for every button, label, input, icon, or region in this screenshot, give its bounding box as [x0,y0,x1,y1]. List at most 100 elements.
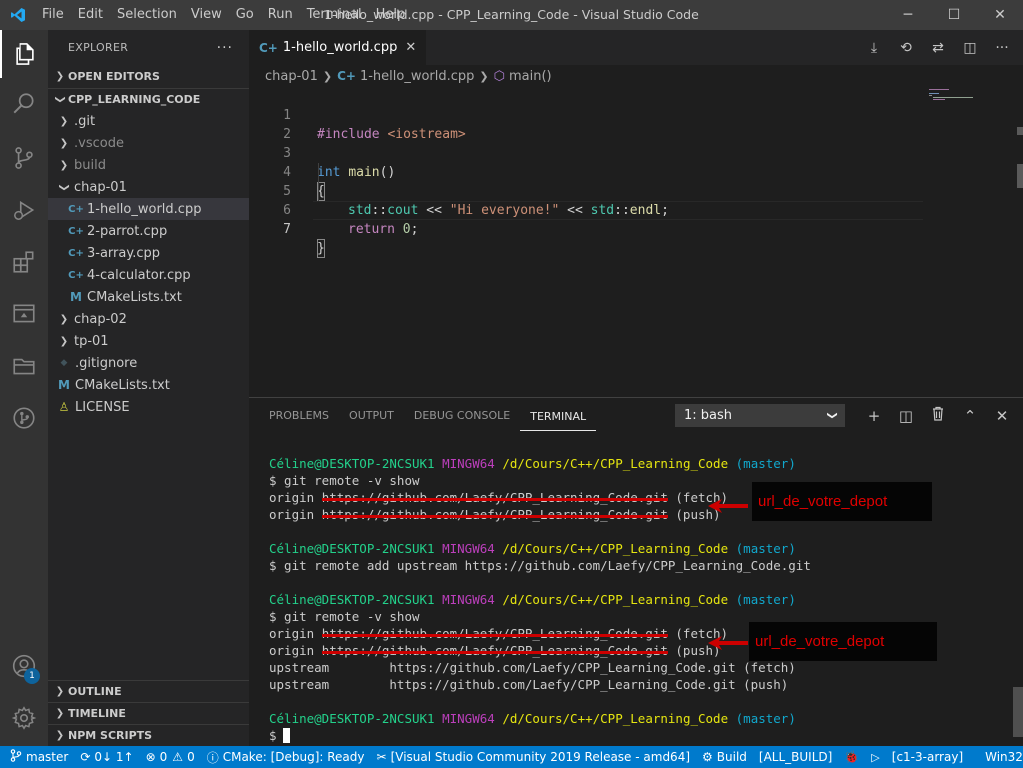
tree-item[interactable]: ❯ .vscode [48,132,249,154]
tab-problems[interactable]: PROBLEMS [259,398,339,433]
prompt-path: /d/Cours/C++/CPP_Learning_Code [502,541,729,556]
problems-status[interactable]: ⊗ 0 ⚠ 0 [140,746,201,768]
open-changes-icon[interactable]: ⇄ [929,40,947,56]
accounts-icon[interactable]: 1 [0,642,48,690]
search-icon[interactable] [0,80,48,128]
minimize-button[interactable]: ─ [885,0,931,30]
kit-text: [Visual Studio Community 2019 Release - … [390,750,691,764]
tree-item[interactable]: ❯ .git [48,110,249,132]
tree-item[interactable]: C+ 1-hello_world.cpp [48,198,249,220]
build-button[interactable]: ⚙ Build [696,746,753,768]
git-graph-icon[interactable] [0,394,48,442]
tree-item[interactable]: ❯ chap-01 [48,176,249,198]
cmake-status[interactable]: ⓘ CMake: [Debug]: Ready [201,746,371,768]
minimap[interactable] [927,87,1007,107]
settings-gear-icon[interactable] [0,694,48,742]
more-actions-icon[interactable]: ··· [217,40,233,56]
menu-file[interactable]: File [35,0,71,30]
kit-status[interactable]: ✂ [Visual Studio Community 2019 Release … [371,746,697,768]
struck-url: https://github.com/Laefy/CPP_Learning_Co… [321,626,668,641]
compare-icon[interactable]: ⤓ [865,40,883,56]
code-line: 1 #include <iostream> [249,87,923,142]
chevron-right-icon: ❯ [55,730,65,741]
menu-go[interactable]: Go [229,0,261,30]
terminal-prompt-line: Céline@DESKTOP-2NCSUK1 MINGW64 /d/Cours/… [269,710,796,727]
menu-selection[interactable]: Selection [110,0,184,30]
info-icon: ⓘ [206,750,219,765]
code-line: 2 [249,106,923,142]
maximize-panel-icon[interactable]: ⌃ [961,407,979,425]
tab-terminal[interactable]: TERMINAL [520,400,597,431]
menu-edit[interactable]: Edit [71,0,110,30]
breadcrumb-symbol[interactable]: main() [509,69,552,84]
terminal-line: upstream https://github.com/Laefy/CPP_Le… [269,677,789,692]
warning-count: 0 [187,750,195,764]
chevron-right-icon: ❯ [59,137,69,149]
extensions-icon[interactable] [0,238,48,286]
more-editor-actions-icon[interactable]: ··· [993,40,1011,56]
kill-terminal-icon[interactable] [929,406,947,425]
breadcrumb-folder[interactable]: chap-01 [265,69,318,84]
tab-debug-console[interactable]: DEBUG CONSOLE [404,398,520,433]
workspace-section[interactable]: ❯ CPP_LEARNING_CODE [48,88,249,110]
menu-help[interactable]: Help [369,0,413,30]
source-control-icon[interactable] [0,134,48,182]
prompt-branch: (master) [735,711,796,726]
tree-item[interactable]: ◆ .gitignore [48,352,249,374]
menu-run[interactable]: Run [261,0,300,30]
explorer-icon[interactable] [0,30,48,78]
tab-output[interactable]: OUTPUT [339,398,404,433]
history-icon[interactable]: ⟲ [897,40,915,56]
tree-item[interactable]: C+ 3-array.cpp [48,242,249,264]
license-file-icon: ♙ [58,400,70,414]
outline-label: OUTLINE [68,685,122,698]
sync-status[interactable]: ⟳ 0↓ 1↑ [74,746,139,768]
tree-item-label: CMakeLists.txt [87,289,182,305]
remote-explorer-icon[interactable] [0,290,48,338]
tree-item[interactable]: C+ 2-parrot.cpp [48,220,249,242]
branch-status[interactable]: master [0,746,74,768]
menu-terminal[interactable]: Terminal [300,0,369,30]
menu-view[interactable]: View [184,0,229,30]
timeline-section[interactable]: ❯ TIMELINE [48,702,249,724]
bottom-panel: PROBLEMS OUTPUT DEBUG CONSOLE TERMINAL 1… [249,397,1023,746]
code-editor[interactable]: 1 #include <iostream> 2 3 int main() 4 {… [249,87,1023,397]
outline-section[interactable]: ❯ OUTLINE [48,680,249,702]
chevron-down-icon: ❯ [58,182,70,192]
play-icon[interactable]: ▷ [865,746,885,768]
run-target[interactable]: [c1-3-array] [886,746,969,768]
tree-item[interactable]: C+ 4-calculator.cpp [48,264,249,286]
npm-scripts-section[interactable]: ❯ NPM SCRIPTS [48,724,249,746]
chevron-right-icon: ❯ [55,708,65,719]
prompt-user: Céline@DESKTOP-2NCSUK1 [269,711,435,726]
error-icon: ⊗ [145,750,156,764]
close-window-button[interactable]: ✕ [977,0,1023,30]
open-editors-section[interactable]: ❯ OPEN EDITORS [48,65,249,87]
terminal-input-line[interactable]: $ [269,727,290,744]
run-debug-icon[interactable] [0,186,48,234]
close-tab-icon[interactable]: ✕ [405,40,416,55]
tree-item[interactable]: ❯ chap-02 [48,308,249,330]
terminal-line: $ git remote add upstream https://github… [269,558,811,573]
tree-item[interactable]: ❯ tp-01 [48,330,249,352]
new-terminal-icon[interactable]: + [865,407,883,425]
debug-icon[interactable]: 🐞 [838,746,865,768]
terminal-select[interactable]: 1: bash ❯ [675,404,845,427]
split-editor-icon[interactable]: ◫ [961,40,979,56]
project-manager-icon[interactable] [0,342,48,390]
tree-item[interactable]: ❯ build [48,154,249,176]
platform-status[interactable]: Win32 [979,746,1023,768]
tree-item[interactable]: M CMakeLists.txt [48,286,249,308]
tree-item[interactable]: M CMakeLists.txt [48,374,249,396]
breadcrumb-file[interactable]: 1-hello_world.cpp [360,69,474,84]
cpp-file-icon: C+ [68,247,84,259]
prompt-branch: (master) [735,456,796,471]
tree-item[interactable]: ♙ LICENSE [48,396,249,418]
terminal-line: upstream https://github.com/Laefy/CPP_Le… [269,660,796,675]
tab-hello-world[interactable]: C+ 1-hello_world.cpp ✕ [249,30,427,65]
close-panel-icon[interactable]: ✕ [993,407,1011,425]
maximize-button[interactable]: ☐ [931,0,977,30]
split-terminal-icon[interactable]: ◫ [897,407,915,425]
build-target[interactable]: [ALL_BUILD] [753,746,838,768]
terminal-scrollbar[interactable] [1013,687,1023,737]
